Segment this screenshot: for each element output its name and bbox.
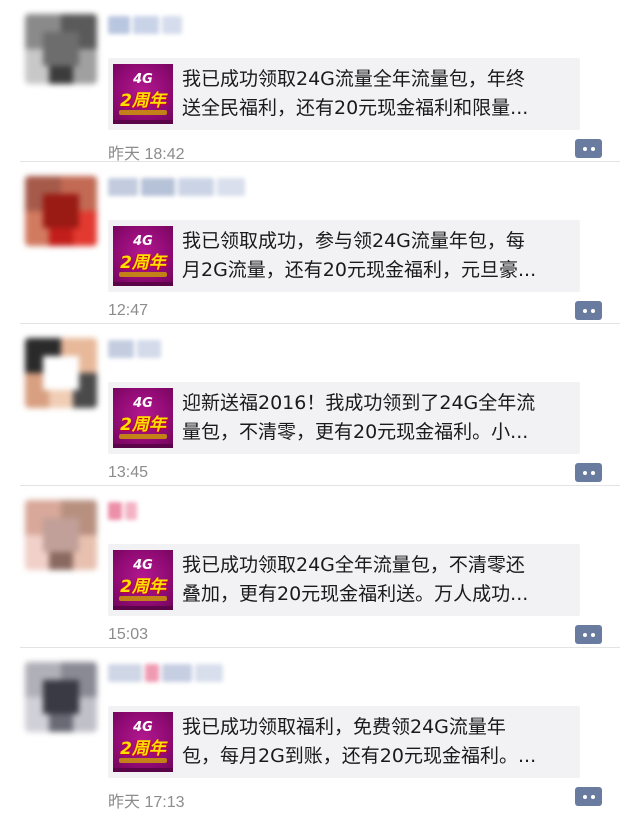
avatar[interactable]: [25, 662, 97, 732]
link-thumbnail: 4G 2周年: [113, 712, 173, 772]
post-timestamp: 13:45: [108, 464, 149, 481]
link-title-line: 送全民福利，还有20元现金福利和限量...: [182, 97, 529, 119]
avatar[interactable]: [25, 176, 97, 246]
dot: [582, 794, 587, 799]
moment-post: 4G 2周年 迎新送福2016！我成功领到了24G全年流 量包，不清零，更有20元现金…: [0, 324, 640, 486]
thumbnail-bar: [113, 120, 173, 124]
comment-icon[interactable]: [575, 625, 602, 644]
thumbnail-anniversary-logo: 2周年: [120, 739, 166, 759]
thumbnail-ribbon: [119, 758, 167, 763]
nickname[interactable]: [108, 178, 245, 196]
moment-post: 4G 2周年 我已领取成功，参与领24G流量年包，每 月2G流量，还有20元现金福利，…: [0, 162, 640, 324]
dot: [590, 632, 595, 637]
link-title: 我已成功领取24G全年流量包，不清零还 叠加，更有20元现金福利送。万人成功...: [182, 551, 572, 609]
dot: [590, 794, 595, 799]
thumbnail-ribbon: [119, 434, 167, 439]
shared-link-card[interactable]: 4G 2周年 我已成功领取福利，免费领24G流量年 包，每月2G到账，还有20元现金福…: [108, 706, 580, 778]
avatar[interactable]: [25, 14, 97, 84]
shared-link-card[interactable]: 4G 2周年 我已成功领取24G流量全年流量包，年终 送全民福利，还有20元现金福利和…: [108, 58, 580, 130]
avatar[interactable]: [25, 500, 97, 570]
thumbnail-ribbon: [119, 596, 167, 601]
shared-link-card[interactable]: 4G 2周年 我已成功领取24G全年流量包，不清零还 叠加，更有20元现金福利送。万人…: [108, 544, 580, 616]
link-title-line: 我已领取成功，参与领24G流量年包，每: [182, 230, 525, 252]
link-thumbnail: 4G 2周年: [113, 226, 173, 286]
post-timestamp: 昨天 17:13: [108, 794, 185, 811]
comment-icon[interactable]: [575, 463, 602, 482]
link-title: 我已成功领取福利，免费领24G流量年包，每月2G到账，还有20元现金福利。...: [182, 713, 572, 771]
thumbnail-4g-logo: 4G: [133, 72, 153, 87]
nickname[interactable]: [108, 502, 137, 520]
nickname[interactable]: [108, 340, 161, 358]
thumbnail-bar: [113, 768, 173, 772]
link-title-line: 我已成功领取福利，免费领24G流量年: [182, 716, 506, 738]
dot: [590, 308, 595, 313]
link-title: 我已成功领取24G流量全年流量包，年终 送全民福利，还有20元现金福利和限量...: [182, 65, 572, 123]
dot: [582, 632, 587, 637]
dot: [590, 146, 595, 151]
thumbnail-4g-logo: 4G: [133, 720, 153, 735]
comment-icon[interactable]: [575, 139, 602, 158]
moment-post: 4G 2周年 我已成功领取24G全年流量包，不清零还 叠加，更有20元现金福利送。万人…: [0, 486, 640, 648]
thumbnail-anniversary-logo: 2周年: [120, 91, 166, 111]
link-thumbnail: 4G 2周年: [113, 64, 173, 124]
moments-feed: 4G 2周年 我已成功领取24G流量全年流量包，年终 送全民福利，还有20元现金福利和…: [0, 0, 640, 819]
thumbnail-4g-logo: 4G: [133, 234, 153, 249]
link-thumbnail: 4G 2周年: [113, 388, 173, 448]
post-timestamp: 15:03: [108, 626, 149, 643]
thumbnail-anniversary-logo: 2周年: [120, 577, 166, 597]
link-title: 迎新送福2016！我成功领到了24G全年流 量包，不清零，更有20元现金福利。小.…: [182, 389, 572, 447]
dot: [582, 470, 587, 475]
link-title-line: 量包，不清零，更有20元现金福利。小...: [182, 421, 529, 443]
thumbnail-ribbon: [119, 110, 167, 115]
thumbnail-bar: [113, 444, 173, 448]
comment-icon[interactable]: [575, 301, 602, 320]
link-title: 我已领取成功，参与领24G流量年包，每 月2G流量，还有20元现金福利，元旦豪..…: [182, 227, 572, 285]
link-title-line: 我已成功领取24G流量全年流量包，年终: [182, 68, 525, 90]
moment-post: 4G 2周年 我已成功领取福利，免费领24G流量年 包，每月2G到账，还有20元现金福…: [0, 648, 640, 811]
thumbnail-4g-logo: 4G: [133, 396, 153, 411]
nickname[interactable]: [108, 664, 223, 682]
link-title-line: 月2G流量，还有20元现金福利，元旦豪...: [182, 259, 537, 281]
link-title-line: 迎新送福2016！我成功领到了24G全年流: [182, 392, 536, 414]
moment-post: 4G 2周年 我已成功领取24G流量全年流量包，年终 送全民福利，还有20元现金福利和…: [0, 0, 640, 163]
shared-link-card[interactable]: 4G 2周年 迎新送福2016！我成功领到了24G全年流 量包，不清零，更有20元现金…: [108, 382, 580, 454]
avatar[interactable]: [25, 338, 97, 408]
dot: [582, 308, 587, 313]
post-timestamp: 12:47: [108, 302, 149, 319]
link-title-line: 我已成功领取24G全年流量包，不清零还: [182, 554, 525, 576]
thumbnail-bar: [113, 282, 173, 286]
dot: [582, 146, 587, 151]
comment-icon[interactable]: [575, 787, 602, 806]
thumbnail-bar: [113, 606, 173, 610]
shared-link-card[interactable]: 4G 2周年 我已领取成功，参与领24G流量年包，每 月2G流量，还有20元现金福利，…: [108, 220, 580, 292]
link-title-line: 包，每月2G到账，还有20元现金福利。...: [182, 745, 537, 767]
thumbnail-4g-logo: 4G: [133, 558, 153, 573]
thumbnail-anniversary-logo: 2周年: [120, 253, 166, 273]
link-thumbnail: 4G 2周年: [113, 550, 173, 610]
nickname[interactable]: [108, 16, 182, 34]
dot: [590, 470, 595, 475]
thumbnail-anniversary-logo: 2周年: [120, 415, 166, 435]
thumbnail-ribbon: [119, 272, 167, 277]
link-title-line: 叠加，更有20元现金福利送。万人成功...: [182, 583, 529, 605]
